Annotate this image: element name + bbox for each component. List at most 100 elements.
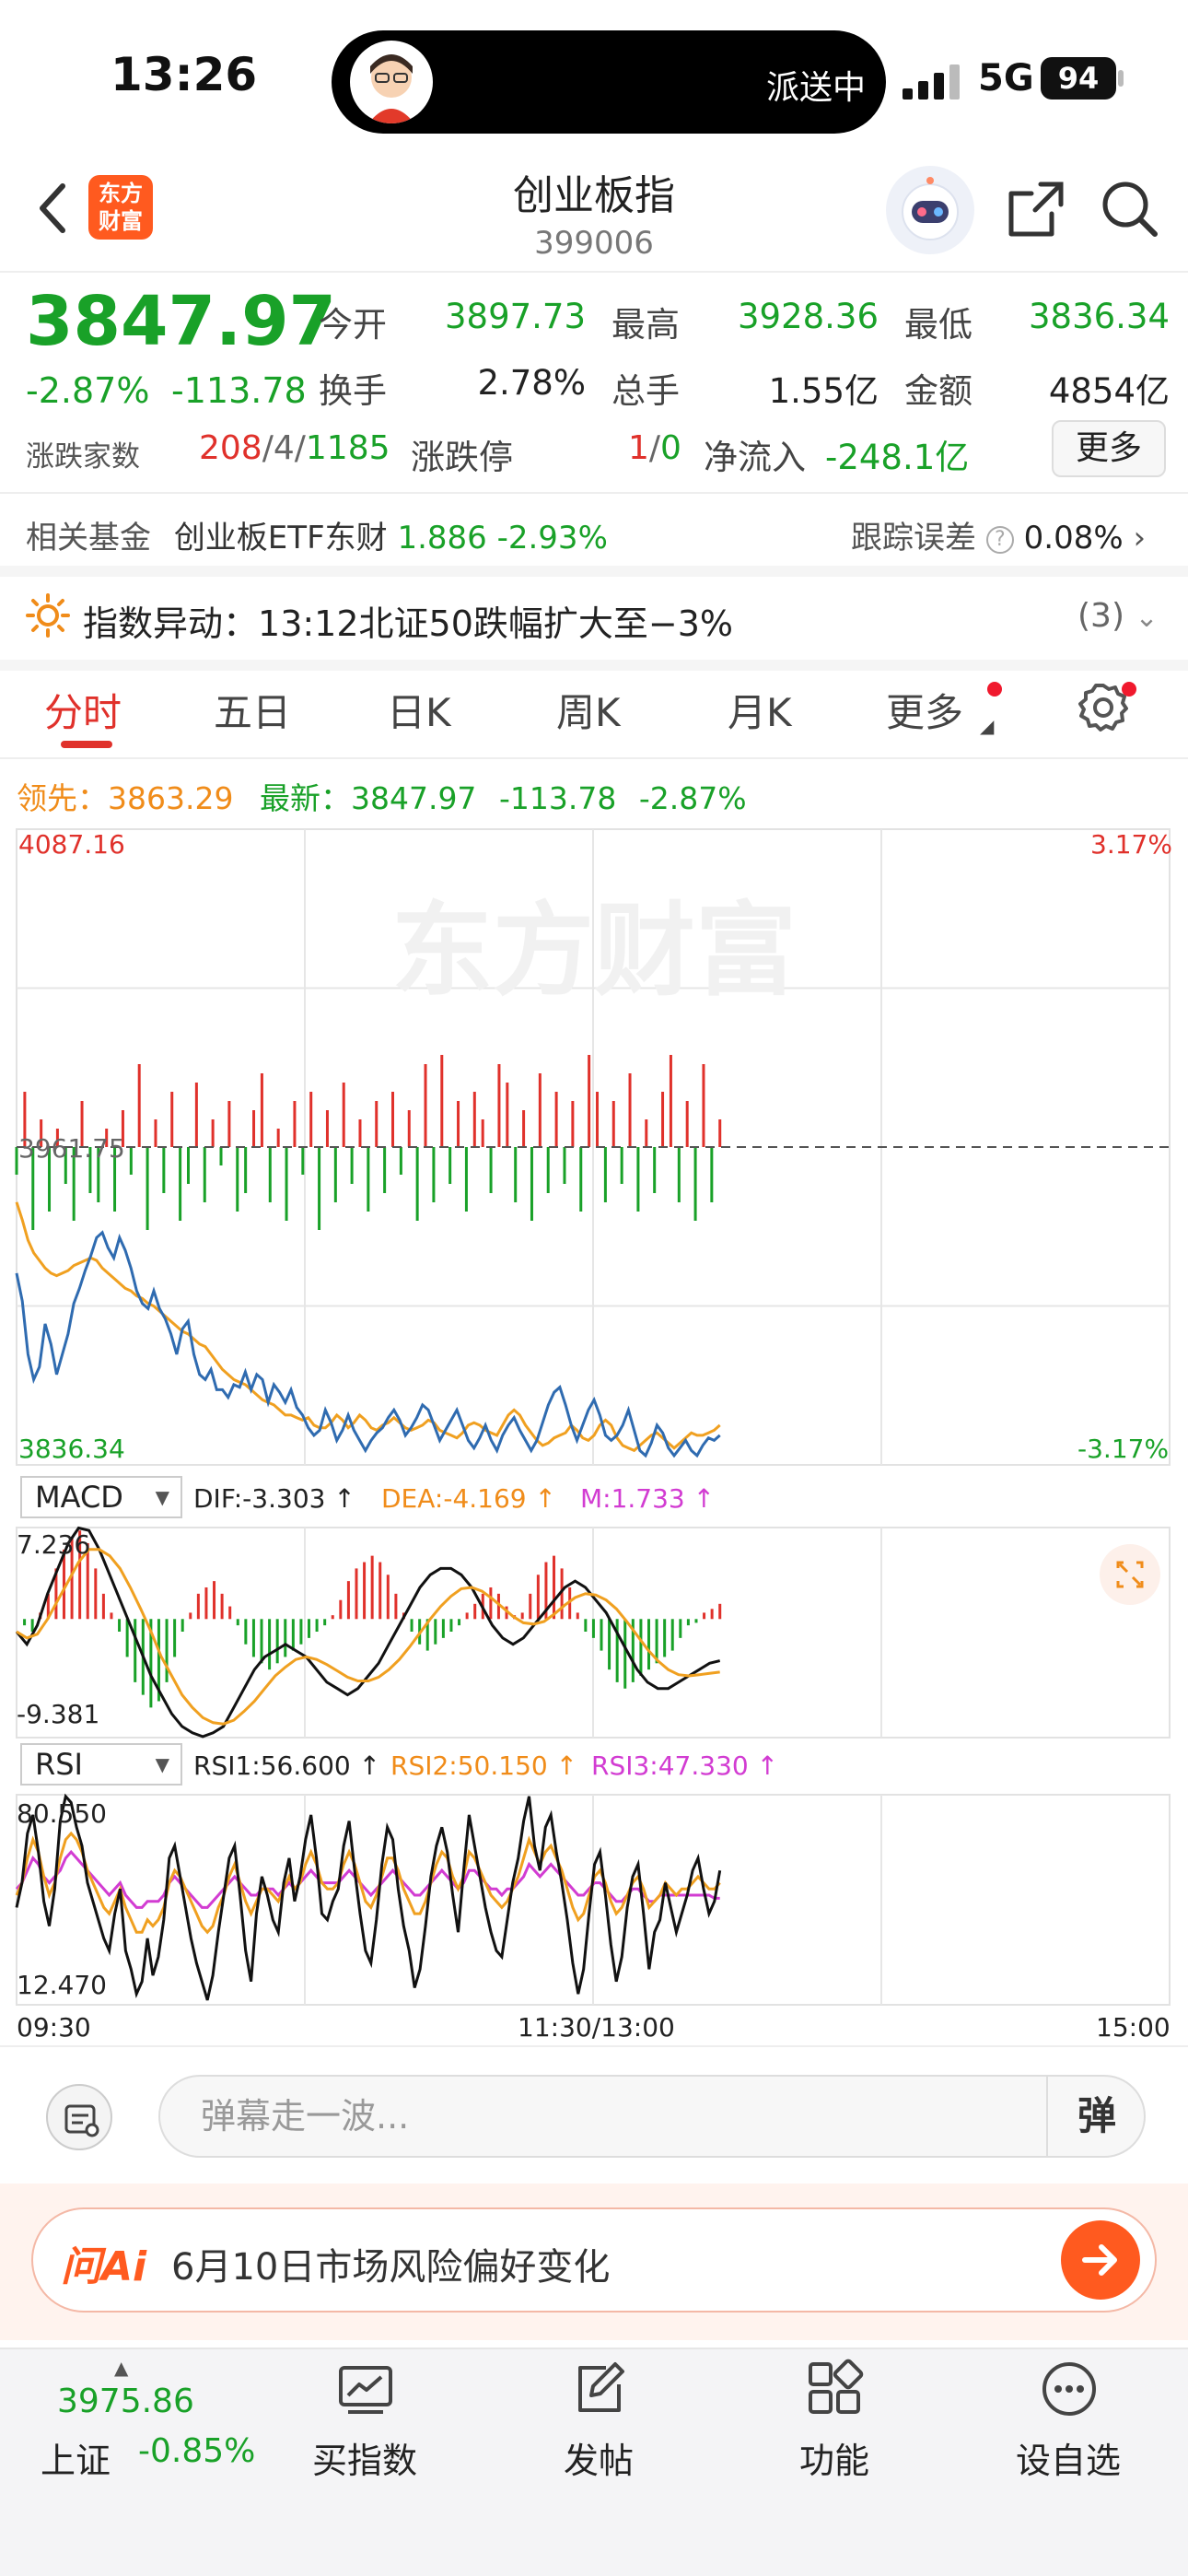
intraday-chart[interactable]: 东方财富 [0, 820, 1188, 2055]
tab-daily-k[interactable]: 日K [387, 682, 451, 738]
tab-active-indicator [61, 741, 112, 748]
dropdown-triangle-icon: ◢ [980, 715, 995, 737]
change-percent: -2.87% [26, 370, 150, 411]
breadth-bar [162, 1147, 166, 1193]
tab-monthly-k[interactable]: 月K [728, 682, 792, 738]
functions-grid-icon[interactable] [805, 2359, 866, 2423]
breadth-bar [530, 1147, 533, 1221]
volume-label: 总手 [611, 371, 680, 411]
tab-more[interactable]: 更多 [886, 682, 963, 738]
low-label: 最低 [904, 305, 973, 345]
breadth-bar [440, 1055, 444, 1147]
tracking-error-row[interactable]: 跟踪误差 ? 0.08% › [851, 512, 1146, 557]
breadth-bar [702, 1064, 705, 1147]
share-icon[interactable] [1004, 177, 1068, 245]
breadth-counts: 208/4/1185 [199, 429, 390, 467]
netflow-value: -248.1亿 [825, 438, 970, 477]
breadth-bar [244, 1147, 248, 1193]
barrage-settings-icon[interactable] [46, 2084, 112, 2150]
breadth-label: 涨跌家数 [26, 440, 140, 474]
lead-label: 领先： [17, 780, 108, 816]
breadth-bar [718, 1119, 722, 1147]
buy-index-icon[interactable] [335, 2359, 396, 2423]
breadth-bar [457, 1101, 460, 1147]
breadth-bar [146, 1147, 149, 1230]
breadth-bar [603, 1147, 607, 1202]
breadth-bar [448, 1147, 452, 1184]
current-price: 3847.97 [26, 282, 337, 361]
rsi-indicator-select[interactable]: RSI ▼ [20, 1743, 182, 1786]
dea-line [16, 1548, 720, 1726]
help-icon[interactable]: ? [985, 525, 1014, 554]
divider [0, 566, 1188, 577]
macd-indicator-select[interactable]: MACD ▼ [20, 1476, 182, 1518]
breadth-bar [677, 1147, 681, 1202]
breadth-bar [137, 1064, 141, 1147]
avg-price-line [15, 1201, 721, 1453]
breadth-bar [563, 1147, 566, 1184]
breadth-bar [653, 1147, 657, 1193]
chevron-right-icon: › [1133, 520, 1147, 556]
low-value: 3836.34 [1028, 297, 1170, 336]
tab-intraday[interactable]: 分时 [44, 682, 122, 738]
index-alert[interactable]: 指数异动：13:12北证50跌幅扩大至−3% [83, 595, 733, 646]
fund-name[interactable]: 创业板ETF东财 [174, 520, 388, 556]
amount-label: 金额 [904, 371, 973, 411]
breadth-bar [342, 1083, 345, 1147]
breadth-flat: 4 [273, 429, 295, 467]
related-fund-row[interactable]: 相关基金 创业板ETF东财 1.886 -2.93% [26, 512, 608, 557]
ai-logo: 问Ai [61, 2243, 147, 2290]
limit-sep: / [648, 429, 661, 467]
breadth-bar [661, 1092, 665, 1147]
time-start-label: 09:30 [17, 2012, 91, 2043]
breadth-bar [424, 1064, 427, 1147]
expand-icon[interactable] [1100, 1544, 1160, 1605]
breadth-bar [497, 1064, 501, 1147]
add-watchlist-label[interactable]: 设自选 [976, 2432, 1160, 2483]
ai-robot-icon[interactable] [886, 166, 974, 254]
high-value: 3928.36 [737, 297, 879, 336]
breadth-bar [293, 1101, 297, 1147]
breadth-bar [620, 1147, 623, 1184]
more-button[interactable]: 更多 [1052, 420, 1166, 477]
fund-price: 1.886 [397, 520, 487, 556]
open-value: 3897.73 [444, 297, 586, 336]
tab-weekly-k[interactable]: 周K [556, 682, 621, 738]
alert-count[interactable]: (3) ⌄ [1077, 597, 1159, 635]
pct-max-label: 3.17% [1090, 829, 1172, 860]
volume-value: 1.55亿 [768, 371, 879, 411]
breadth-bar [260, 1073, 263, 1147]
fund-change: -2.93% [496, 520, 608, 556]
macd-y-min: -9.381 [17, 1699, 100, 1729]
breadth-bar [538, 1073, 542, 1147]
breadth-bar [693, 1147, 697, 1221]
breadth-bar [579, 1147, 583, 1212]
back-button[interactable] [29, 175, 85, 249]
breadth-bar [464, 1147, 468, 1212]
turnover-label: 换手 [319, 371, 387, 411]
barrage-toggle-button[interactable]: 弹 [1046, 2075, 1146, 2158]
buy-index-label[interactable]: 买指数 [273, 2432, 457, 2483]
breadth-bar [399, 1147, 402, 1175]
breadth-bar [554, 1092, 558, 1147]
breadth-bar [407, 1110, 411, 1147]
ai-prompt-text[interactable]: 6月10日市场风险偏好变化 [171, 2237, 610, 2290]
search-icon[interactable] [1098, 177, 1162, 245]
divider [0, 271, 1188, 273]
sh-index-value[interactable]: 3975.86 [57, 2383, 194, 2420]
barrage-input[interactable]: 弹幕走一波... [158, 2075, 1146, 2158]
breadth-bar [236, 1147, 239, 1212]
chevron-left-icon [40, 183, 65, 233]
sh-index-name[interactable]: 上证 [41, 2432, 111, 2483]
breadth-bar [514, 1147, 518, 1202]
tab-five-day[interactable]: 五日 [214, 682, 291, 738]
breadth-bar [227, 1101, 231, 1147]
functions-label[interactable]: 功能 [742, 2432, 926, 2483]
arrow-right-icon[interactable] [1061, 2220, 1140, 2300]
post-icon[interactable] [569, 2359, 630, 2423]
macd-indicator-name: MACD [35, 1480, 123, 1515]
post-label[interactable]: 发帖 [507, 2432, 691, 2483]
breadth-bar [276, 1129, 280, 1147]
add-watchlist-icon[interactable] [1039, 2359, 1100, 2423]
breadth-bar [333, 1147, 337, 1202]
